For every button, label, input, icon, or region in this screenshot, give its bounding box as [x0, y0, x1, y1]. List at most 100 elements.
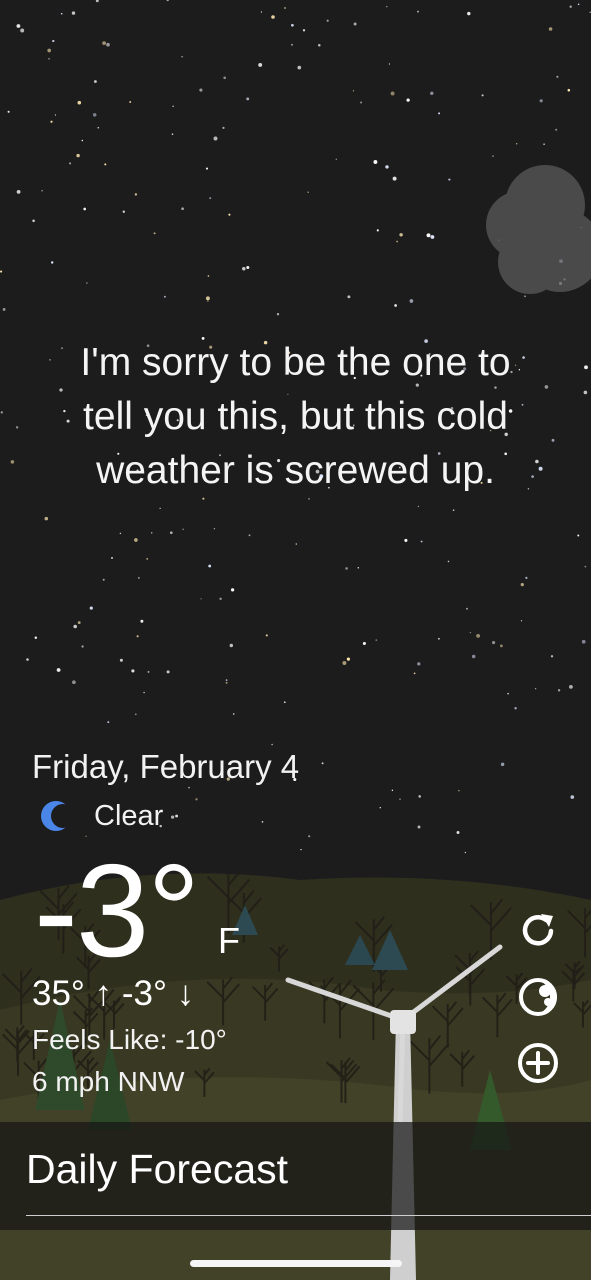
star	[77, 100, 82, 105]
star	[207, 300, 209, 302]
star	[89, 606, 93, 610]
star	[524, 295, 526, 298]
temperature-unit[interactable]: F	[218, 920, 240, 962]
star	[409, 299, 414, 303]
star	[47, 48, 52, 53]
home-indicator[interactable]	[190, 1260, 402, 1267]
star	[548, 27, 553, 31]
star	[551, 438, 555, 442]
star	[34, 636, 38, 639]
star	[77, 621, 81, 625]
star	[404, 538, 408, 542]
star	[2, 307, 6, 311]
star	[458, 789, 460, 792]
star	[136, 635, 139, 638]
star	[229, 643, 233, 648]
star	[352, 90, 355, 92]
condition-label: Clear	[94, 799, 164, 832]
star	[375, 639, 378, 641]
star	[467, 11, 471, 16]
star	[20, 28, 25, 33]
star	[258, 62, 263, 67]
star	[107, 721, 110, 724]
star	[15, 426, 19, 429]
star	[213, 136, 218, 141]
star	[346, 657, 350, 661]
star	[71, 11, 76, 15]
star	[97, 126, 100, 129]
star	[182, 528, 184, 530]
condition-row: Clear	[38, 796, 163, 836]
star	[92, 113, 97, 117]
star	[10, 460, 15, 464]
star	[81, 645, 84, 648]
star	[476, 634, 480, 638]
star	[50, 120, 53, 123]
star	[246, 97, 250, 101]
star	[246, 265, 250, 270]
star	[437, 637, 440, 640]
star	[326, 19, 329, 22]
star	[81, 139, 84, 142]
star	[386, 5, 388, 8]
message-line-2: tell you this, but this cold	[83, 395, 508, 438]
star	[134, 193, 138, 196]
star	[391, 789, 394, 792]
star	[379, 806, 382, 809]
star	[307, 191, 309, 193]
star	[199, 88, 203, 92]
star	[0, 411, 3, 414]
star	[69, 162, 72, 165]
feels-like: Feels Like: -10°	[32, 1024, 227, 1055]
star	[539, 99, 543, 103]
star	[456, 831, 460, 834]
star	[195, 798, 198, 801]
daily-forecast-title[interactable]: Daily Forecast	[26, 1146, 288, 1193]
star	[44, 516, 49, 521]
star	[385, 165, 389, 169]
star	[430, 235, 435, 239]
star	[41, 189, 43, 192]
star	[225, 681, 228, 684]
star	[500, 644, 503, 648]
star	[56, 668, 61, 672]
star	[360, 101, 363, 104]
star	[569, 5, 572, 8]
star	[48, 57, 50, 60]
divider	[26, 1215, 591, 1216]
star	[577, 3, 580, 6]
message-line-3: weather is screwed up.	[96, 449, 495, 492]
star	[556, 75, 559, 78]
star	[72, 680, 76, 685]
star	[357, 567, 360, 569]
star	[520, 582, 524, 587]
star	[219, 597, 222, 600]
star	[584, 565, 587, 568]
star	[448, 178, 451, 181]
star	[131, 669, 135, 673]
star	[569, 685, 573, 689]
wind: 6 mph NNW	[32, 1066, 185, 1097]
star	[102, 578, 105, 581]
star	[265, 634, 268, 637]
star	[417, 505, 420, 508]
star	[464, 851, 467, 854]
star	[567, 88, 571, 92]
moon-toggle-icon[interactable]	[515, 974, 561, 1020]
star	[345, 567, 348, 570]
message-line-1: I'm sorry to be the one to	[80, 341, 511, 384]
star	[138, 577, 140, 579]
star	[295, 543, 298, 545]
star	[388, 63, 391, 65]
star	[271, 743, 273, 746]
star	[291, 23, 294, 27]
star	[16, 24, 21, 28]
star	[175, 814, 179, 818]
moon-icon	[41, 801, 74, 831]
star	[373, 160, 378, 164]
refresh-icon[interactable]	[515, 908, 561, 954]
add-icon[interactable]	[515, 1040, 561, 1086]
star	[318, 43, 321, 47]
star	[181, 56, 183, 58]
star	[283, 701, 286, 704]
